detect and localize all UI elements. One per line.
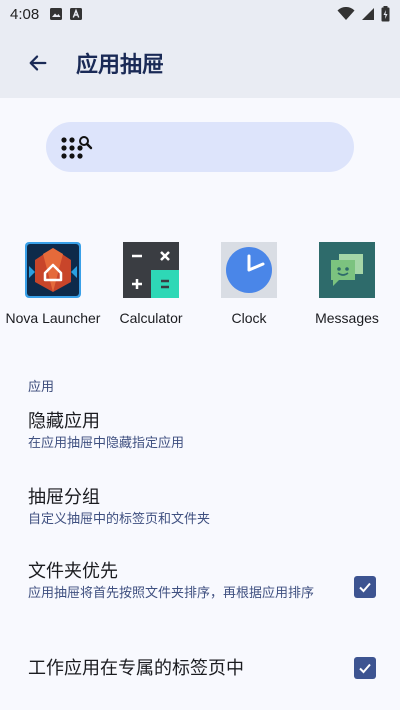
pref-title: 工作应用在专属的标签页中 xyxy=(28,658,244,679)
pref-title: 文件夹优先 xyxy=(28,561,118,582)
pref-summary: 自定义抽屉中的标签页和文件夹 xyxy=(28,512,211,527)
status-bar: 4:08 xyxy=(0,0,400,28)
check-icon xyxy=(359,582,371,593)
pref-title: 隐藏应用 xyxy=(28,411,100,432)
app-label: Clock xyxy=(231,310,267,326)
dots-search-icon xyxy=(61,136,93,159)
work-apps-tab-checkbox[interactable] xyxy=(354,657,376,679)
page-title: 应用抽屉 xyxy=(76,53,165,78)
app-nova-launcher[interactable]: Nova Launcher xyxy=(5,238,101,338)
clock-icon xyxy=(221,242,277,298)
app-clock[interactable]: Clock xyxy=(201,238,297,338)
app-label: Nova Launcher xyxy=(5,310,101,326)
pref-work-apps-tab[interactable]: 工作应用在专属的标签页中 xyxy=(0,657,400,681)
app-label: Calculator xyxy=(119,310,183,326)
status-left-icons xyxy=(49,7,83,21)
app-label: Messages xyxy=(315,310,379,326)
folders-first-checkbox[interactable] xyxy=(354,576,376,598)
search-bar[interactable] xyxy=(46,122,354,172)
pref-title: 抽屉分组 xyxy=(28,487,100,508)
signal-icon xyxy=(362,8,374,20)
battery-icon xyxy=(381,6,390,22)
back-button[interactable] xyxy=(14,39,62,87)
pref-hide-apps[interactable]: 隐藏应用 在应用抽屉中隐藏指定应用 xyxy=(0,410,400,452)
apps-row: Nova Launcher Calculator Clock Messages xyxy=(0,238,400,338)
messages-icon xyxy=(319,242,375,298)
app-messages[interactable]: Messages xyxy=(299,238,395,338)
status-right-icons xyxy=(337,6,390,22)
a-text-icon xyxy=(70,8,83,20)
pref-folders-first[interactable]: 文件夹优先 应用抽屉将首先按照文件夹排序，再根据应用排序 xyxy=(0,560,400,602)
status-time: 4:08 xyxy=(10,5,40,23)
section-header: 应用 xyxy=(28,380,55,395)
calculator-icon xyxy=(123,242,179,298)
wifi-icon xyxy=(337,7,355,20)
pref-summary: 在应用抽屉中隐藏指定应用 xyxy=(28,436,185,451)
app-bar: 应用抽屉 xyxy=(0,28,400,98)
pref-summary: 应用抽屉将首先按照文件夹排序，再根据应用排序 xyxy=(28,586,315,601)
app-calculator[interactable]: Calculator xyxy=(103,238,199,338)
check-icon xyxy=(359,663,371,674)
arrow-left-icon xyxy=(29,55,47,71)
pref-drawer-groups[interactable]: 抽屉分组 自定义抽屉中的标签页和文件夹 xyxy=(0,486,400,528)
image-icon xyxy=(50,8,63,20)
nova-launcher-icon xyxy=(25,242,81,298)
